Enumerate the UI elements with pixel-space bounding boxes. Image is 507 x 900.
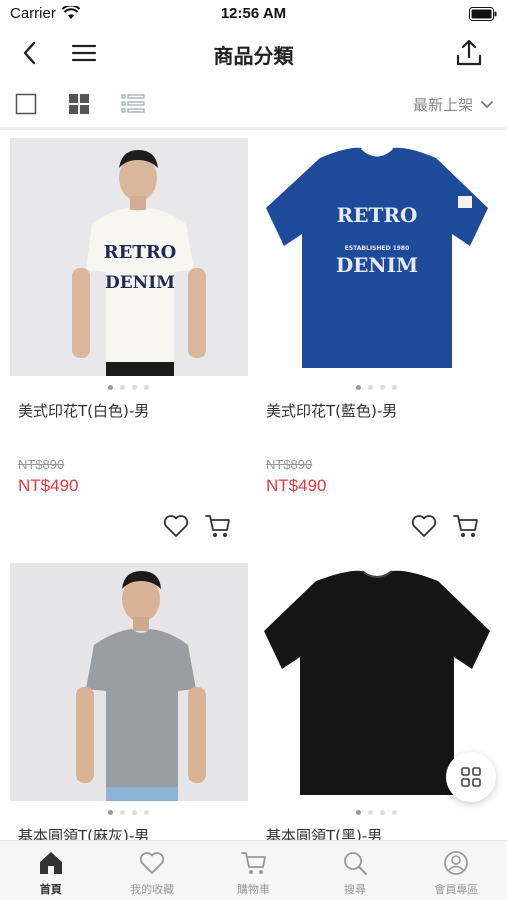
product-grid: RETRO DENIM 美式印花T(白色)-男 NT$890 NT$490 RE… [0, 130, 507, 840]
svg-text:DENIM: DENIM [336, 253, 418, 277]
svg-text:RETRO: RETRO [337, 203, 418, 227]
cart-icon [239, 849, 269, 877]
share-button[interactable] [451, 36, 487, 70]
tab-label: 首頁 [39, 883, 62, 896]
sale-price: NT$490 [266, 476, 327, 495]
single-view-button[interactable] [14, 92, 38, 116]
home-icon [36, 849, 66, 877]
product-name[interactable]: 美式印花T(藍色)-男 [266, 400, 397, 421]
svg-text:DENIM: DENIM [105, 273, 175, 293]
sort-dropdown[interactable]: 最新上架 [413, 94, 493, 115]
favorite-button[interactable] [162, 512, 190, 540]
product-image[interactable]: RETRO DENIM [10, 138, 248, 376]
list-icon [121, 94, 145, 113]
cart-icon [453, 515, 478, 537]
share-icon [456, 39, 482, 66]
add-to-cart-button[interactable] [204, 512, 232, 540]
tab-home[interactable]: 首頁 [0, 841, 101, 900]
image-pagination [0, 810, 248, 815]
tab-label: 會員專區 [434, 883, 479, 896]
svg-text:ESTABLISHED 1980: ESTABLISHED 1980 [345, 245, 410, 252]
tab-bar: 首頁 我的收藏 購物車 搜尋 會員專區 [0, 840, 507, 900]
tab-label: 購物車 [237, 883, 271, 896]
product-image[interactable] [10, 563, 248, 801]
clock: 12:56 AM [220, 5, 287, 22]
list-view-button[interactable] [121, 92, 145, 116]
sort-label: 最新上架 [412, 96, 473, 114]
battery-icon [469, 6, 497, 25]
svg-text:RETRO: RETRO [104, 242, 177, 263]
tab-search[interactable]: 搜尋 [304, 841, 405, 900]
heart-icon [411, 515, 437, 537]
heart-icon [163, 515, 189, 537]
grid-icon [69, 94, 89, 114]
heart-icon [137, 849, 167, 877]
cart-icon [205, 515, 230, 537]
apps-grid-icon [461, 767, 481, 787]
grid-view-button[interactable] [67, 92, 91, 116]
user-icon [441, 849, 471, 877]
navigation-bar: 商品分類 [0, 28, 507, 78]
tab-label: 搜尋 [343, 883, 366, 896]
tab-favorites[interactable]: 我的收藏 [101, 841, 202, 900]
product-name[interactable]: 基本圓領T(麻灰)-男 [18, 825, 149, 840]
view-toolbar: 最新上架 [0, 84, 507, 124]
category-grid-fab[interactable] [446, 752, 496, 802]
page-title: 商品分類 [213, 44, 294, 68]
tab-label: 我的收藏 [130, 883, 175, 896]
search-icon [340, 849, 370, 877]
original-price: NT$890 [266, 457, 313, 472]
tab-cart[interactable]: 購物車 [203, 841, 304, 900]
tab-member[interactable]: 會員專區 [406, 841, 507, 900]
image-pagination [248, 385, 496, 390]
favorite-button[interactable] [410, 512, 438, 540]
image-pagination [0, 385, 248, 390]
product-image[interactable]: RETRO ESTABLISHED 1980 DENIM [258, 138, 496, 376]
original-price: NT$890 [18, 457, 65, 472]
product-name[interactable]: 美式印花T(白色)-男 [18, 400, 149, 421]
single-square-icon [15, 93, 37, 115]
product-name[interactable]: 基本圓領T(黑)-男 [266, 825, 382, 840]
status-bar: Carrier 12:56 AM [0, 0, 507, 28]
chevron-down-icon [481, 100, 493, 108]
add-to-cart-button[interactable] [452, 512, 480, 540]
image-pagination [248, 810, 496, 815]
sale-price: NT$490 [18, 476, 79, 495]
